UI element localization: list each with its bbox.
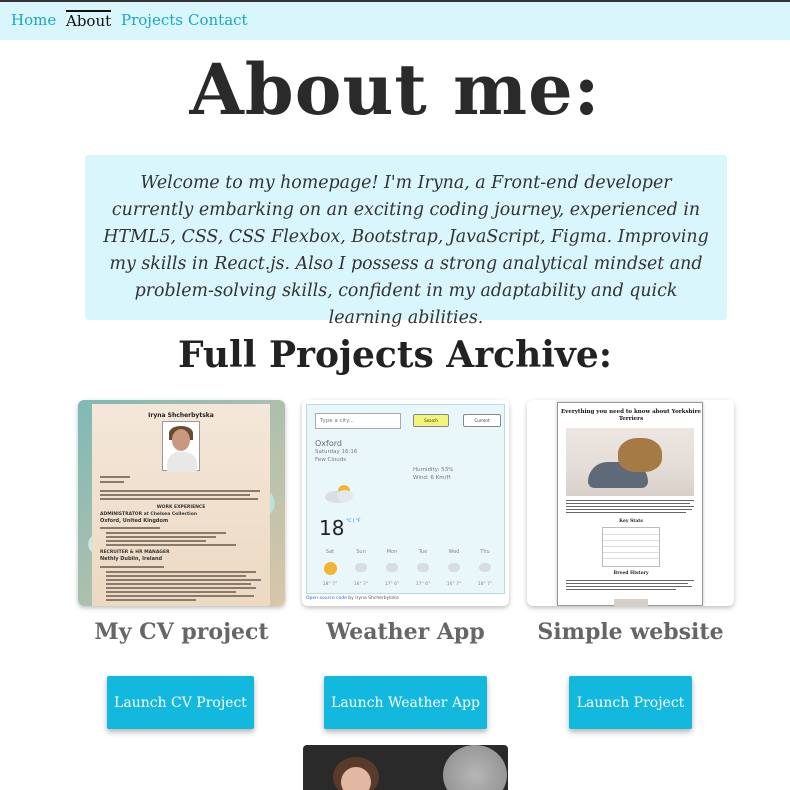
- weather-preview-temp: 18: [319, 516, 345, 540]
- forecast-day: Tue: [418, 549, 428, 555]
- intro-box: Welcome to my homepage! I'm Iryna, a Fro…: [85, 155, 727, 328]
- simple-website-preview[interactable]: Everything you need to know about Yorksh…: [527, 400, 734, 606]
- cv-preview-role1: ADMINISTRATOR at Chelsea Collection: [100, 512, 198, 517]
- sun-icon: [324, 562, 337, 575]
- cloud-rain-icon: [479, 563, 491, 572]
- launch-weather-button[interactable]: Launch Weather App: [324, 676, 487, 729]
- forecast-day: Sun: [356, 549, 366, 555]
- weather-preview-credit-text: by Iryna Shcherbytska: [346, 596, 399, 601]
- launch-cv-button[interactable]: Launch CV Project: [107, 676, 254, 729]
- cv-preview-page: Iryna Shcherbytska WORK EXPERIENCE ADMIN…: [92, 404, 270, 606]
- forecast-day: Thu: [480, 549, 490, 555]
- nav-contact[interactable]: Contact: [188, 11, 248, 29]
- forecast-temp: 16° 7°: [353, 582, 369, 587]
- weather-app-preview[interactable]: Type a city... Search Current Oxford Sat…: [302, 400, 509, 606]
- simple-website-preview-title: Everything you need to know about Yorksh…: [560, 409, 702, 422]
- nav-home[interactable]: Home: [11, 11, 56, 29]
- forecast-temp: 18° 7°: [322, 582, 338, 587]
- cv-preview-photo: [162, 421, 200, 472]
- project-title-cv: My CV project: [94, 619, 269, 645]
- weather-preview-humidity: Humidity: 53%: [413, 467, 454, 473]
- weather-preview-search-button: Search: [413, 414, 449, 427]
- launch-project-button[interactable]: Launch Project: [569, 676, 692, 729]
- forecast-temp: 17° 6°: [384, 582, 400, 587]
- forecast-day: Sat: [325, 549, 335, 555]
- cv-preview-place1: Oxford, United Kingdom: [100, 518, 169, 524]
- nav-about[interactable]: About: [66, 10, 112, 30]
- cloud-rain-icon: [448, 563, 460, 572]
- cv-preview-place2: Nethly Dublin, Ireland: [100, 556, 163, 562]
- weather-preview-description: Few Clouds: [315, 457, 347, 463]
- simple-website-stats-heading: Key Stats: [619, 519, 643, 524]
- partly-cloudy-icon: [325, 485, 353, 503]
- cv-project-preview[interactable]: Iryna Shcherbytska WORK EXPERIENCE ADMIN…: [78, 400, 285, 606]
- simple-website-stats-table: [602, 527, 660, 567]
- project-title-simple-website: Simple website: [537, 619, 724, 645]
- forecast-temp: 16° 7°: [446, 582, 462, 587]
- forecast-temp: 17° 6°: [415, 582, 431, 587]
- simple-website-history-heading: Breed History: [613, 571, 649, 576]
- cloud-icon: [386, 563, 398, 572]
- weather-preview-units: °C | °F: [346, 519, 361, 524]
- cloud-icon: [355, 563, 367, 572]
- cv-preview-name: Iryna Shcherbytska: [148, 412, 214, 419]
- weather-preview-credit-link: Open-source code: [306, 596, 347, 601]
- page-title: About me:: [189, 48, 601, 131]
- navbar: Home About Projects Contact: [0, 2, 790, 40]
- weather-preview-panel: Type a city... Search Current Oxford Sat…: [306, 404, 505, 594]
- yorkshire-terrier-photo: [566, 428, 694, 496]
- forecast-day: Mon: [386, 549, 398, 555]
- simple-website-preview-image: [614, 599, 648, 606]
- weather-preview-city: Oxford: [315, 439, 342, 448]
- next-project-preview[interactable]: [303, 745, 508, 790]
- weather-preview-city-input: Type a city...: [315, 413, 401, 429]
- cv-preview-section: WORK EXPERIENCE: [156, 505, 206, 510]
- weather-preview-datetime: Saturday 16:16: [315, 449, 358, 455]
- weather-preview-current-button: Current: [463, 414, 501, 427]
- project-title-weather: Weather App: [326, 619, 485, 645]
- simple-website-preview-page: Everything you need to know about Yorksh…: [557, 402, 703, 606]
- weather-preview-wind: Wind: 6 Km/H: [413, 475, 451, 481]
- cloud-rain-icon: [417, 563, 429, 572]
- forecast-day: Wed: [448, 549, 460, 555]
- forecast-temp: 18° 7°: [477, 582, 493, 587]
- projects-heading: Full Projects Archive:: [177, 334, 613, 376]
- nav-projects[interactable]: Projects: [121, 11, 183, 29]
- cv-preview-role2: RECRUITER & HR MANAGER: [100, 550, 170, 555]
- intro-text: Welcome to my homepage! I'm Iryna, a Fro…: [103, 173, 709, 328]
- weather-preview-credit: Open-source code by Iryna Shcherbytska: [306, 596, 399, 601]
